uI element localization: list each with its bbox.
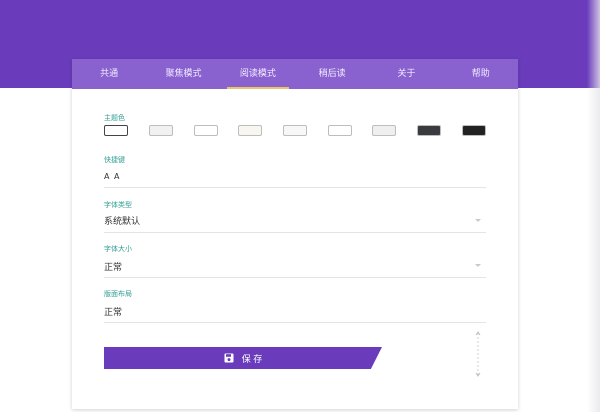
- font-type-select[interactable]: 系统默认: [104, 214, 140, 227]
- shortcut-label: 快捷键: [104, 156, 125, 164]
- theme-swatch[interactable]: [238, 125, 262, 136]
- tab-bar: 共通 聚焦模式 阅读模式 稍后读 关于 帮助: [72, 59, 518, 89]
- theme-swatch[interactable]: [194, 125, 218, 136]
- font-size-label: 字体大小: [104, 245, 132, 253]
- theme-swatch[interactable]: [283, 125, 307, 136]
- settings-card: 共通 聚焦模式 阅读模式 稍后读 关于 帮助 主题色 快捷键 A A 字体类型 …: [72, 59, 518, 409]
- tab-help[interactable]: 帮助: [444, 59, 518, 89]
- theme-swatch[interactable]: [104, 125, 128, 136]
- chevron-down-icon[interactable]: [475, 264, 481, 267]
- tab-reading-mode[interactable]: 阅读模式: [221, 59, 295, 89]
- theme-color-label: 主题色: [104, 114, 125, 122]
- font-size-underline: [104, 277, 486, 278]
- font-size-select[interactable]: 正常: [104, 260, 122, 273]
- font-type-label: 字体类型: [104, 201, 132, 209]
- theme-swatch[interactable]: [462, 125, 486, 136]
- theme-swatch-row: [104, 125, 486, 137]
- layout-select[interactable]: 正常: [104, 305, 122, 318]
- layout-underline: [104, 322, 486, 323]
- save-button-label: 保 存: [241, 353, 263, 364]
- theme-swatch[interactable]: [328, 125, 352, 136]
- shortcut-underline: [104, 187, 486, 188]
- font-type-underline: [104, 232, 486, 233]
- tab-common[interactable]: 共通: [72, 59, 146, 89]
- theme-swatch[interactable]: [372, 125, 396, 136]
- layout-label: 版面布局: [104, 290, 132, 298]
- shortcut-input[interactable]: A A: [104, 172, 121, 181]
- floppy-disk-icon: [224, 353, 234, 363]
- scroll-indicator[interactable]: [474, 331, 482, 377]
- theme-swatch[interactable]: [149, 125, 173, 136]
- theme-swatch[interactable]: [417, 125, 441, 136]
- right-edge-shade: [587, 0, 600, 412]
- tab-about[interactable]: 关于: [369, 59, 443, 89]
- tab-focus-mode[interactable]: 聚焦模式: [146, 59, 220, 89]
- chevron-down-icon[interactable]: [475, 219, 481, 222]
- tab-read-later[interactable]: 稍后读: [295, 59, 369, 89]
- save-button[interactable]: 保 存: [104, 347, 382, 369]
